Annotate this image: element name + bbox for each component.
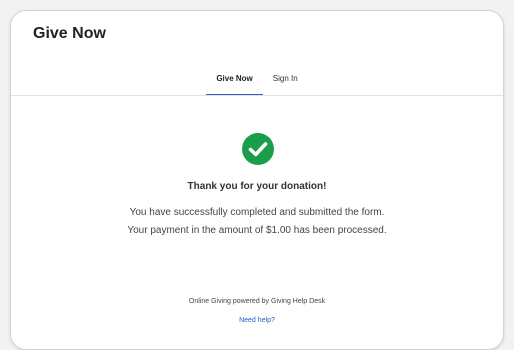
confirmation-message: You have successfully completed and subm… bbox=[129, 207, 385, 218]
need-help-link[interactable]: Need help? bbox=[11, 317, 503, 324]
tab-give-now[interactable]: Give Now bbox=[206, 69, 264, 96]
donation-card: Give Now Give Now Sign In Thank you for … bbox=[10, 10, 504, 350]
powered-by-text: Online Giving powered by Giving Help Des… bbox=[188, 298, 326, 305]
page-title: Give Now bbox=[33, 25, 106, 42]
tab-divider bbox=[11, 95, 503, 96]
confirmation-heading: Thank you for your donation! bbox=[187, 181, 327, 192]
tab-sign-in[interactable]: Sign In bbox=[263, 69, 308, 95]
check-circle-icon bbox=[242, 133, 274, 165]
payment-message: Your payment in the amount of $1.00 has … bbox=[127, 225, 387, 236]
tab-bar: Give Now Sign In bbox=[11, 69, 503, 96]
